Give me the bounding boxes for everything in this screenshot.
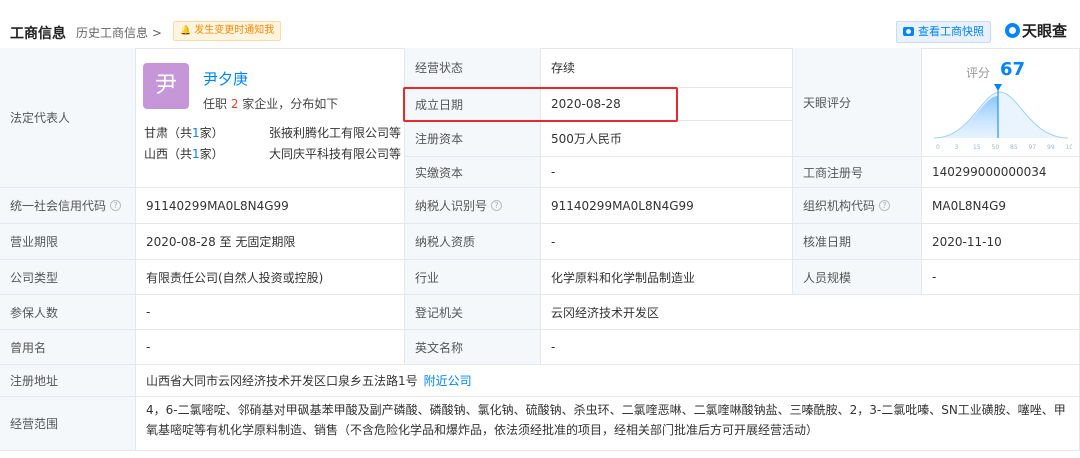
- snapshot-label: 查看工商快照: [918, 25, 984, 38]
- label-registration-authority: 登记机关: [405, 295, 541, 330]
- label-staff-size: 人员规模: [793, 260, 922, 295]
- score-tick-label: 3: [955, 144, 959, 151]
- score-tick-labels: 0 3 15 50 85 97 99 100: [936, 144, 1072, 151]
- view-snapshot-button[interactable]: 查看工商快照: [896, 21, 991, 43]
- value-approval-date: 2020-11-10: [922, 224, 1080, 260]
- value-industry: 化学原料和化学制品制造业: [541, 260, 793, 295]
- avatar[interactable]: 尹: [143, 63, 189, 109]
- legal-rep-company-link[interactable]: 张掖利腾化工有限公司等: [269, 124, 401, 141]
- label-former-name: 曾用名: [0, 330, 136, 365]
- brand-name: 天眼查: [1022, 22, 1068, 40]
- value-english-name: -: [541, 330, 1080, 365]
- notify-label: 发生变更时通知我: [194, 25, 275, 36]
- legal-rep-province-line: 山西（共1家）: [144, 145, 224, 162]
- label-taxpayer-qualification: 纳税人资质: [405, 224, 541, 260]
- legal-rep-summary: 任职 2 家企业，分布如下: [203, 95, 338, 112]
- curve-fill: [934, 92, 1068, 138]
- label-reg-number: 工商注册号: [793, 157, 922, 188]
- value-staff-size: -: [922, 260, 1080, 295]
- label-org-code: 组织机构代码?: [793, 188, 922, 224]
- score-tick-label: 50: [992, 144, 1000, 151]
- legal-rep-company-link[interactable]: 大同庆平科技有限公司等: [269, 145, 401, 162]
- label-approval-date: 核准日期: [793, 224, 922, 260]
- legal-rep-province-line: 甘肃（共1家）: [144, 124, 224, 141]
- value-business-scope: 4，6-二氯嘧啶、邻硝基对甲砜基苯甲酸及副产磷酸、磷酸钠、氯化钠、硫酸钠、杀虫环…: [146, 403, 1066, 437]
- legal-rep-label: 法定代表人: [0, 48, 136, 188]
- score-tick-label: 85: [1010, 144, 1018, 151]
- label-company-type: 公司类型: [0, 260, 136, 295]
- value-credit-code: 91140299MA0L8N4G99: [136, 188, 405, 224]
- province-label: 山西（共: [144, 147, 193, 161]
- taxpayer-id-label-text: 纳税人识别号: [415, 199, 488, 213]
- score-tick-label: 97: [1029, 144, 1037, 151]
- score-tick-label: 100: [1066, 144, 1073, 151]
- summary-post: 家企业，分布如下: [238, 97, 339, 111]
- score-tick-label: 99: [1047, 144, 1055, 151]
- province-count: 1: [192, 126, 200, 140]
- label-insured-count: 参保人数: [0, 295, 136, 330]
- province-suffix: 家）: [199, 147, 224, 161]
- label-paid-capital: 实缴资本: [405, 157, 541, 188]
- value-paid-capital: -: [541, 157, 793, 188]
- label-taxpayer-id: 纳税人识别号?: [405, 188, 541, 224]
- province-suffix: 家）: [199, 126, 224, 140]
- value-registration-authority: 云冈经济技术开发区: [541, 295, 1080, 330]
- value-registered-address: 山西省大同市云冈经济技术开发区口泉乡五法路1号 附近公司: [136, 365, 1080, 397]
- value-reg-number: 140299000000034: [922, 157, 1080, 188]
- highlight-box: [403, 87, 678, 122]
- label-business-term: 营业期限: [0, 224, 136, 260]
- notify-on-change-button[interactable]: 🔔 发生变更时通知我: [173, 21, 282, 41]
- province-label: 甘肃（共: [144, 126, 193, 140]
- address-text: 山西省大同市云冈经济技术开发区口泉乡五法路1号: [146, 374, 418, 388]
- score-prefix: 评分: [966, 66, 991, 80]
- score-tick-label: 15: [973, 144, 981, 151]
- camera-icon: [903, 27, 914, 36]
- score-marker-pin: [994, 84, 1002, 91]
- label-registered-address: 注册地址: [0, 365, 136, 397]
- section-title: 工商信息: [10, 26, 66, 42]
- value-taxpayer-qualification: -: [541, 224, 793, 260]
- value-insured-count: -: [136, 295, 405, 330]
- label-english-name: 英文名称: [405, 330, 541, 365]
- curve-score-fill: [934, 96, 998, 138]
- legal-rep-name[interactable]: 尹夕庚: [203, 68, 248, 89]
- help-icon[interactable]: ?: [491, 200, 503, 211]
- value-business-term: 2020-08-28 至 无固定期限: [136, 224, 405, 260]
- section-header: 工商信息 历史工商信息 > 🔔 发生变更时通知我 查看工商快照 天眼查: [0, 0, 1080, 48]
- bell-icon: 🔔: [180, 26, 192, 36]
- score-value: 67: [1000, 59, 1026, 80]
- org-code-label-text: 组织机构代码: [803, 199, 876, 213]
- value-former-name: -: [136, 330, 405, 365]
- help-icon[interactable]: ?: [879, 200, 891, 211]
- label-business-scope: 经营范围: [0, 397, 136, 451]
- score-distribution-curve: 0 3 15 50 85 97 99 100: [933, 84, 1072, 151]
- score-tick-label: 0: [936, 144, 940, 151]
- summary-pre: 任职: [203, 97, 231, 111]
- label-registered-capital: 注册资本: [405, 121, 541, 157]
- label-tianyan-score: 天眼评分: [793, 48, 922, 157]
- value-company-type: 有限责任公司(自然人投资或控股): [136, 260, 405, 295]
- brand-logo-icon: [1005, 23, 1020, 38]
- province-count: 1: [192, 147, 200, 161]
- brand-logo: 天眼查: [1005, 20, 1067, 41]
- help-icon[interactable]: ?: [110, 200, 122, 211]
- label-credit-code: 统一社会信用代码?: [0, 188, 136, 224]
- credit-code-label-text: 统一社会信用代码: [10, 199, 107, 213]
- value-taxpayer-id: 91140299MA0L8N4G99: [541, 188, 793, 224]
- value-registered-capital: 500万人民币: [541, 121, 793, 157]
- value-org-code: MA0L8N4G9: [922, 188, 1080, 224]
- label-industry: 行业: [405, 260, 541, 295]
- nearby-companies-link[interactable]: 附近公司: [424, 372, 472, 389]
- label-business-status: 经营状态: [405, 48, 541, 88]
- value-business-status: 存续: [541, 48, 793, 88]
- history-info-link[interactable]: 历史工商信息 >: [76, 24, 162, 41]
